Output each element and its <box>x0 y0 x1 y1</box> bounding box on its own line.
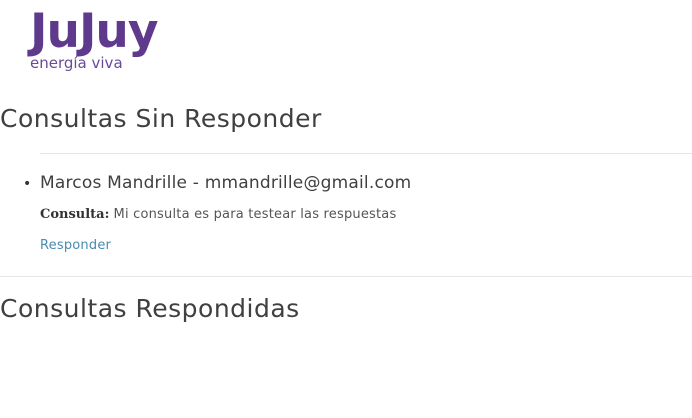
divider <box>40 153 692 154</box>
jujuy-logo[interactable]: JuJuy energía viva <box>30 4 162 72</box>
query-text: Mi consulta es para testear las respuest… <box>113 207 397 222</box>
pending-queries-title: Consultas Sin Responder <box>0 104 322 133</box>
query-asker: Marcos Mandrille - mmandrille@gmail.com <box>40 173 412 193</box>
logo-tagline: energía viva <box>30 54 123 72</box>
query-line: Consulta: Mi consulta es para testear la… <box>40 206 396 223</box>
answered-queries-title: Consultas Respondidas <box>0 294 300 323</box>
page: JuJuy energía viva Consultas Sin Respond… <box>0 0 692 418</box>
bullet-icon: • <box>23 176 32 192</box>
divider <box>0 276 692 277</box>
reply-link[interactable]: Responder <box>40 237 111 254</box>
logo-wordmark: JuJuy <box>30 4 159 59</box>
query-label: Consulta: <box>40 207 110 222</box>
